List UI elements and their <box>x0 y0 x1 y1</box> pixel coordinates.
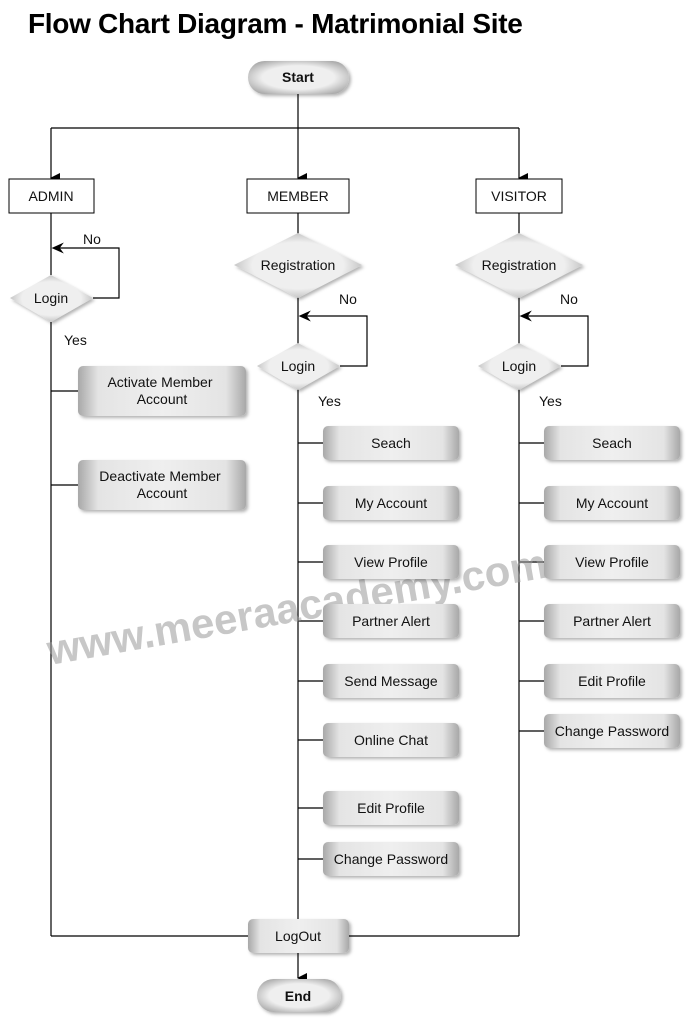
admin-action-label: Deactivate Member <box>99 468 221 484</box>
admin-yes-label: Yes <box>64 332 87 348</box>
member-action-label: Change Password <box>334 851 448 867</box>
lane-header-admin: ADMIN <box>8 178 95 214</box>
member-login-label: Login <box>281 358 315 374</box>
logout-process: LogOut <box>248 919 349 953</box>
member-action-label: Seach <box>371 435 411 451</box>
admin-login-decision: Login <box>10 275 93 322</box>
member-label: MEMBER <box>267 188 328 204</box>
visitor-action-label: Partner Alert <box>573 613 651 629</box>
member-action-box: Online Chat <box>323 723 459 757</box>
visitor-action-box: My Account <box>544 486 680 520</box>
member-action-box: Send Message <box>323 664 459 698</box>
admin-action-label: Account <box>137 391 188 407</box>
visitor-action-box: Seach <box>544 426 680 460</box>
end-label: End <box>285 988 311 1004</box>
admin-no-label: No <box>83 231 101 247</box>
member-registration-decision: Registration <box>234 233 362 298</box>
visitor-action-label: My Account <box>576 495 648 511</box>
logout-label: LogOut <box>275 928 321 944</box>
visitor-yes-label: Yes <box>539 393 562 409</box>
member-action-label: View Profile <box>354 554 428 570</box>
member-action-box: Edit Profile <box>323 791 459 825</box>
start-terminal: Start <box>248 61 349 94</box>
member-action-label: Partner Alert <box>352 613 430 629</box>
member-login-decision: Login <box>257 343 340 390</box>
member-action-label: Online Chat <box>354 732 428 748</box>
admin-action-label: Account <box>137 485 188 501</box>
end-terminal: End <box>257 979 341 1012</box>
admin-action-deactivate: Deactivate Member Account <box>78 460 246 510</box>
admin-action-label: Activate Member <box>107 374 212 390</box>
lane-header-visitor: VISITOR <box>475 178 563 214</box>
member-action-box: Partner Alert <box>323 604 459 638</box>
visitor-login-label: Login <box>502 358 536 374</box>
admin-login-label: Login <box>34 290 68 306</box>
member-yes-label: Yes <box>318 393 341 409</box>
connector-lines <box>50 94 589 983</box>
visitor-label: VISITOR <box>491 188 547 204</box>
member-action-box: View Profile <box>323 545 459 579</box>
lane-header-member: MEMBER <box>246 178 350 214</box>
visitor-action-label: Seach <box>592 435 632 451</box>
member-action-label: Edit Profile <box>357 800 425 816</box>
flowchart: www.meeraacademy.com Start ADMIN MEMBER … <box>8 61 680 1012</box>
visitor-action-box: Change Password <box>544 714 680 748</box>
visitor-action-box: Partner Alert <box>544 604 680 638</box>
admin-label: ADMIN <box>28 188 73 204</box>
admin-action-activate: Activate Member Account <box>78 366 246 416</box>
member-action-label: My Account <box>355 495 427 511</box>
visitor-no-label: No <box>560 291 578 307</box>
member-no-label: No <box>339 291 357 307</box>
member-action-box: Change Password <box>323 842 459 876</box>
visitor-action-label: Edit Profile <box>578 673 646 689</box>
visitor-action-box: Edit Profile <box>544 664 680 698</box>
member-action-box: Seach <box>323 426 459 460</box>
visitor-action-label: View Profile <box>575 554 649 570</box>
visitor-registration-label: Registration <box>482 257 557 273</box>
visitor-action-box: View Profile <box>544 545 680 579</box>
start-label: Start <box>282 69 314 85</box>
visitor-login-decision: Login <box>478 343 561 390</box>
member-action-label: Send Message <box>344 673 438 689</box>
watermark: www.meeraacademy.com <box>42 540 550 674</box>
visitor-action-label: Change Password <box>555 723 669 739</box>
member-action-box: My Account <box>323 486 459 520</box>
member-registration-label: Registration <box>261 257 336 273</box>
visitor-registration-decision: Registration <box>455 233 583 298</box>
